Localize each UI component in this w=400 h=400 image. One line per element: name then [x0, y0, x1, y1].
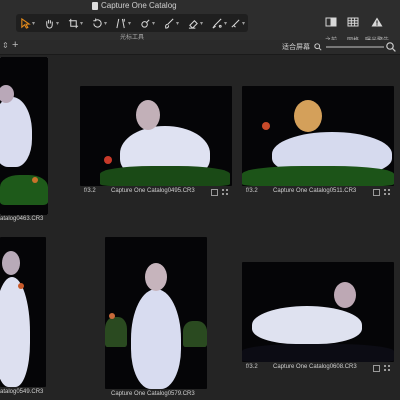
pan-hand-icon: [46, 19, 53, 29]
exposure-warning-icon: [371, 17, 383, 27]
photo-image: [105, 237, 207, 389]
chevron-down-icon: ▾: [80, 20, 84, 27]
select-checkbox[interactable]: [373, 365, 380, 372]
photo-image: [242, 86, 394, 186]
zoom-slider[interactable]: [326, 46, 384, 48]
thumbnail-filename: Capture One Catalog0495.CR3: [111, 188, 195, 194]
browser-bar: ⇕ + 适合屏幕: [0, 39, 400, 55]
chevron-down-icon: ▾: [104, 20, 108, 27]
thumbnail-0511[interactable]: [242, 86, 394, 186]
thumbnail-0608[interactable]: [242, 262, 394, 362]
chevron-down-icon: ▾: [56, 20, 60, 27]
photo-image: [242, 262, 394, 362]
variant-grid-icon[interactable]: [384, 189, 390, 195]
spot-removal-icon: [141, 18, 150, 28]
photo-image: [0, 57, 48, 215]
chevron-updown-icon[interactable]: ⇕: [2, 41, 9, 50]
aperture-value: f/3.2: [246, 188, 258, 194]
crop-icon: [68, 18, 79, 28]
zoom-out-icon[interactable]: [314, 43, 322, 51]
before-after-icon: [325, 17, 337, 27]
thumbnail-filename: Capture One Catalog0511.CR3: [273, 188, 357, 194]
grid-icon: [347, 17, 359, 27]
thumbnail-0463[interactable]: [0, 57, 48, 215]
photo-image: [0, 237, 46, 387]
thumbnail-filename: atalog0549.CR3: [0, 389, 44, 395]
select-checkbox[interactable]: [211, 189, 218, 196]
add-icon[interactable]: +: [12, 39, 18, 51]
select-checkbox[interactable]: [373, 189, 380, 196]
select-cursor-icon: [21, 17, 31, 29]
spot-removal-tool[interactable]: ▾: [136, 14, 162, 32]
thumbnail-filename: Capture One Catalog0608.CR3: [273, 364, 357, 370]
color-picker-icon: [231, 18, 240, 28]
photo-image: [80, 86, 232, 186]
thumbnail-filename: Capture One Catalog0579.CR3: [111, 391, 195, 397]
chevron-down-icon: ▾: [176, 20, 180, 27]
variant-grid-icon[interactable]: [222, 189, 228, 195]
thumbnail-filename: atalog0463.CR3: [0, 216, 44, 222]
pan-tool[interactable]: ▾: [40, 14, 66, 32]
eraser-tool[interactable]: ▾: [184, 14, 210, 32]
thumbnail-0579[interactable]: [105, 237, 207, 389]
chevron-down-icon: ▾: [242, 20, 246, 27]
brush-icon: [165, 18, 174, 29]
gradient-mask-icon: [212, 18, 222, 29]
brush-tool[interactable]: ▾: [160, 14, 186, 32]
toolbar: ▾ ▾ ▾ ▾ ▾ ▾ ▾ ▾ ▾ ▾ 光标工具: [0, 12, 400, 44]
keystone-tool[interactable]: ▾: [112, 14, 138, 32]
window-title: Capture One Catalog: [101, 1, 177, 10]
chevron-down-icon: ▾: [128, 20, 132, 27]
thumbnail-browser: atalog0463.CR3 f/3.2 Capture One Catalog…: [0, 55, 400, 400]
crop-tool[interactable]: ▾: [64, 14, 90, 32]
chevron-down-icon: ▾: [200, 20, 204, 27]
aperture-value: f/3.2: [84, 188, 96, 194]
chevron-down-icon: ▾: [32, 20, 36, 27]
aperture-value: f/3.2: [246, 364, 258, 370]
rotate-tool[interactable]: ▾: [88, 14, 114, 32]
title-bar: Capture One Catalog: [0, 0, 400, 12]
document-icon: [92, 2, 98, 10]
chevron-down-icon: ▾: [152, 20, 156, 27]
color-picker-tool[interactable]: ▾: [226, 14, 252, 32]
variant-grid-icon[interactable]: [384, 365, 390, 371]
select-cursor-tool[interactable]: ▾: [16, 14, 42, 32]
fit-screen-label[interactable]: 适合屏幕: [282, 42, 310, 52]
keystone-icon: [116, 18, 125, 28]
thumbnail-0495[interactable]: [80, 86, 232, 186]
rotate-icon: [93, 17, 102, 28]
cursor-tools-group: ▾ ▾ ▾ ▾ ▾ ▾ ▾ ▾ ▾ ▾: [16, 14, 248, 32]
zoom-in-icon[interactable]: [386, 42, 396, 52]
eraser-icon: [188, 19, 198, 29]
thumbnail-0549[interactable]: [0, 237, 46, 387]
